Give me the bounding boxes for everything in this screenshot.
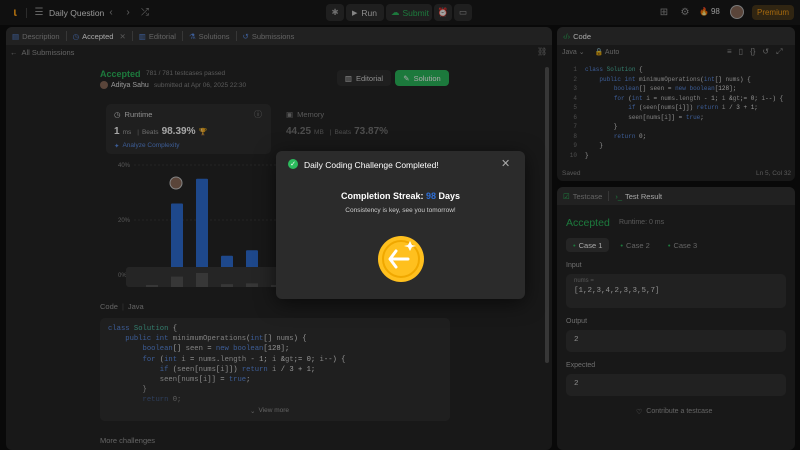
- check-circle-icon: ✓: [288, 159, 298, 169]
- streak-line: Completion Streak: 98 Days: [276, 191, 525, 201]
- streak-label: Completion Streak:: [340, 191, 424, 201]
- leetcode-coin-icon: [378, 236, 424, 282]
- close-icon[interactable]: ✕: [501, 157, 510, 170]
- modal-title: Daily Coding Challenge Completed!: [304, 160, 439, 170]
- challenge-completed-modal: ✓ Daily Coding Challenge Completed! ✕ Co…: [276, 151, 525, 299]
- streak-value: 98: [425, 191, 436, 201]
- streak-unit: Days: [438, 191, 461, 201]
- streak-message: Consistency is key, see you tomorrow!: [345, 207, 456, 214]
